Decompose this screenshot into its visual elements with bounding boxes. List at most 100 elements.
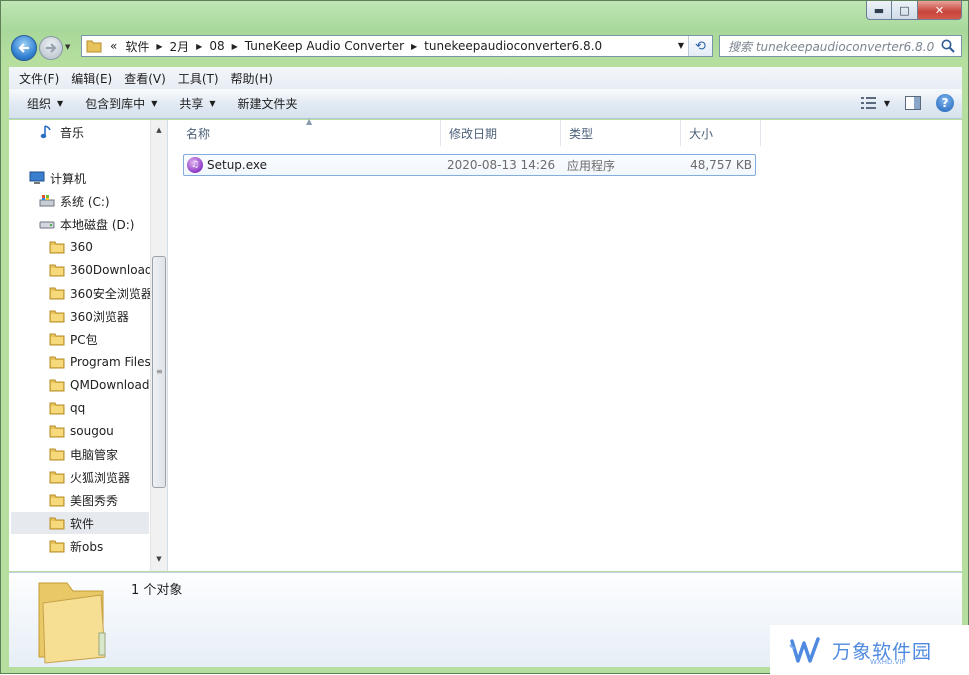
folder-icon (49, 538, 65, 554)
nav-tree-item[interactable]: 软件 (11, 512, 149, 534)
column-header-modified[interactable]: 修改日期 (441, 120, 561, 146)
nav-tree-item[interactable]: 360Downloads (49, 259, 159, 281)
nav-scrollbar[interactable]: ▲ ≡ ▼ (150, 120, 167, 571)
nav-tree-item[interactable]: 本地磁盘 (D:) (39, 213, 134, 235)
menu-file[interactable]: 文件(F) (13, 70, 65, 87)
folder-icon (49, 331, 65, 347)
folder-icon (49, 308, 65, 324)
column-header-name[interactable]: 名称 (178, 120, 441, 146)
breadcrumb-item[interactable]: 08 (205, 39, 228, 53)
view-dropdown-icon[interactable]: ▼ (884, 99, 890, 108)
nav-tree-label: 美图秀秀 (70, 493, 119, 508)
include-in-library-button[interactable]: 包含到库中 ▼ (77, 95, 165, 112)
preview-pane-icon[interactable] (904, 94, 922, 112)
folder-icon (49, 423, 65, 439)
breadcrumb-item[interactable]: tunekeepaudioconverter6.8.0 (420, 39, 606, 53)
nav-tree-label: Program Files (70, 355, 151, 369)
breadcrumb-separator[interactable]: ▶ (193, 42, 205, 51)
address-dropdown[interactable]: ▼ (678, 41, 684, 50)
folder-icon (86, 40, 102, 53)
nav-tree-item[interactable]: PC包 (49, 328, 98, 350)
help-icon[interactable]: ? (936, 94, 954, 112)
nav-tree-item[interactable]: qq (49, 397, 85, 419)
nav-tree-item[interactable]: 美图秀秀 (49, 489, 118, 511)
command-bar: 组织 ▼ 包含到库中 ▼ 共享 ▼ 新建文件夹 ▼ ? (9, 89, 962, 119)
column-header-type[interactable]: 类型 (561, 120, 681, 146)
search-icon[interactable] (940, 38, 956, 54)
breadcrumb-separator[interactable]: ▶ (229, 42, 241, 51)
folder-icon (49, 377, 65, 393)
share-label: 共享 (179, 97, 204, 111)
maximize-button[interactable]: □ (892, 1, 918, 20)
address-bar[interactable]: « 软件 ▶ 2月 ▶ 08 ▶ TuneKeep Audio Converte… (81, 35, 713, 57)
nav-tree-label: 电脑管家 (70, 447, 119, 462)
nav-tree-item[interactable]: 360浏览器 (49, 305, 129, 327)
nav-tree-item[interactable]: 火狐浏览器 (49, 466, 130, 488)
close-button[interactable]: ✕ (918, 1, 962, 20)
view-options-icon[interactable] (860, 94, 878, 112)
refresh-button[interactable]: ⟲ (688, 36, 712, 56)
breadcrumb-overflow[interactable]: « (106, 39, 121, 53)
organize-button[interactable]: 组织 ▼ (19, 95, 71, 112)
nav-tree-label: 本地磁盘 (D:) (60, 217, 135, 232)
nav-tree-item[interactable]: 系统 (C:) (39, 190, 110, 212)
search-input[interactable]: 搜索 tunekeepaudioconverter6.8.0 (719, 35, 962, 57)
arrow-right-icon (46, 43, 57, 53)
nav-tree-item[interactable]: 计算机 (29, 167, 86, 189)
folder-icon (49, 515, 65, 531)
breadcrumb-item[interactable]: 软件 (121, 38, 153, 55)
organize-label: 组织 (27, 97, 52, 111)
caption-buttons: ▬ □ ✕ (866, 1, 962, 20)
nav-tree-item[interactable]: Program Files (49, 351, 151, 373)
nav-tree-label: 360Downloads (70, 263, 159, 277)
minimize-button[interactable]: ▬ (866, 1, 892, 20)
search-placeholder: 搜索 tunekeepaudioconverter6.8.0 (728, 39, 935, 54)
chevron-down-icon: ▼ (57, 99, 64, 108)
nav-tree-item[interactable]: QMDownload (49, 374, 149, 396)
breadcrumb-separator[interactable]: ▶ (153, 42, 165, 51)
share-button[interactable]: 共享 ▼ (171, 95, 223, 112)
scroll-thumb[interactable]: ≡ (152, 256, 166, 488)
nav-tree-label: qq (70, 401, 86, 415)
breadcrumb-separator[interactable]: ▶ (408, 42, 420, 51)
menu-help[interactable]: 帮助(H) (225, 70, 279, 87)
scroll-up-icon[interactable]: ▲ (151, 122, 167, 138)
new-folder-button[interactable]: 新建文件夹 (230, 95, 306, 112)
menu-view[interactable]: 查看(V) (118, 70, 172, 87)
nav-tree-label: 360 (70, 240, 93, 254)
file-row[interactable]: ♫ Setup.exe 2020-08-13 14:26 应用程序 48,757… (183, 154, 756, 176)
content-area: 音乐 计算机 系统 (C:) 本地磁盘 (D:) 360 360Downloads 360安… (9, 117, 962, 571)
nav-tree-item[interactable]: 360 (49, 236, 93, 258)
nav-tree-item[interactable]: sougou (49, 420, 114, 442)
forward-button[interactable] (39, 36, 63, 60)
menu-bar: 文件(F) 编辑(E) 查看(V) 工具(T) 帮助(H) (9, 67, 962, 89)
menu-tools[interactable]: 工具(T) (172, 70, 225, 87)
column-headers: ▲ 名称 修改日期 类型 大小 (168, 117, 962, 146)
status-text: 1 个对象 (131, 583, 183, 598)
column-header-size[interactable]: 大小 (681, 120, 761, 146)
folder-icon (49, 285, 65, 301)
nav-tree-label: sougou (70, 424, 114, 438)
command-bar-right: ▼ ? (860, 94, 954, 112)
nav-tree-label: 音乐 (60, 125, 85, 140)
scroll-down-icon[interactable]: ▼ (151, 551, 167, 567)
breadcrumb-item[interactable]: TuneKeep Audio Converter (241, 39, 408, 53)
nav-tree-label: 系统 (C:) (60, 194, 110, 209)
large-folder-icon (38, 582, 106, 664)
menu-edit[interactable]: 编辑(E) (65, 70, 118, 87)
system-drive-icon (39, 193, 55, 209)
file-modified: 2020-08-13 14:26 (447, 158, 556, 172)
back-button[interactable] (11, 35, 37, 61)
nav-tree-label: 新obs (70, 539, 104, 554)
nav-tree-item[interactable]: 电脑管家 (49, 443, 118, 465)
navigation-pane: 音乐 计算机 系统 (C:) 本地磁盘 (D:) 360 360Downloads 360安… (9, 120, 167, 571)
folder-icon (49, 354, 65, 370)
recent-pages-dropdown[interactable]: ▼ (65, 43, 70, 51)
nav-tree-item[interactable]: 音乐 (39, 121, 84, 143)
watermark: 万象软件园 WXHD.VIP (770, 625, 969, 675)
breadcrumb-item[interactable]: 2月 (166, 38, 194, 55)
file-list: ▲ 名称 修改日期 类型 大小 ♫ Setup.exe 2020-08-13 1… (168, 117, 962, 571)
folder-icon (49, 400, 65, 416)
nav-tree-item[interactable]: 新obs (49, 535, 103, 557)
nav-tree-label: 软件 (70, 516, 95, 531)
